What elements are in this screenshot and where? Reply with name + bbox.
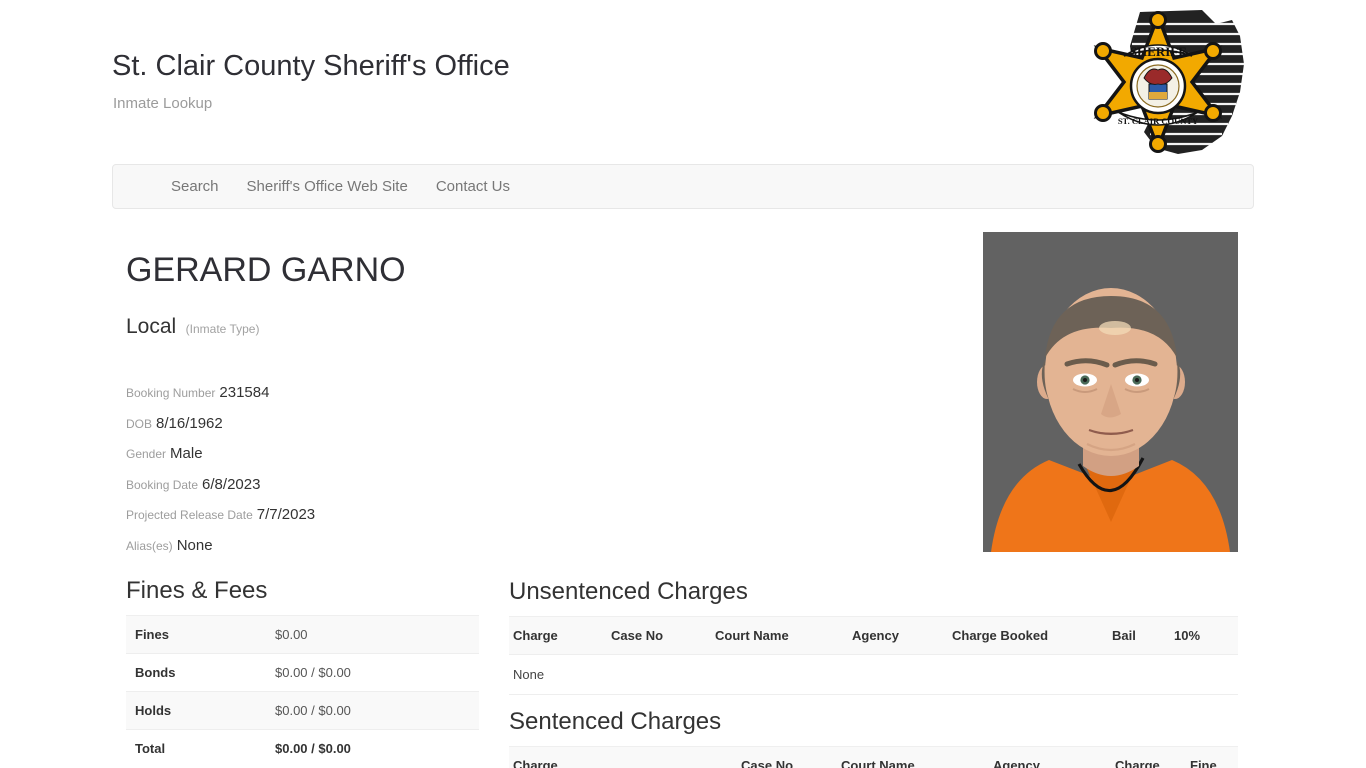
inmate-details: Booking Number 231584 DOB 8/16/1962 Gender… [126,378,526,561]
inmate-name: GERARD GARNO [126,251,406,289]
column-header-charge: Charge [509,616,607,655]
nav-item-sheriffs-office-web-site[interactable]: Sheriff's Office Web Site [233,165,422,208]
detail-label: Projected Release Date [126,508,253,522]
column-header-fine: Fine [1186,746,1238,768]
column-header-case-no: Case No [737,746,837,768]
fines-row-label: Fines [126,615,266,654]
detail-value: None [176,536,213,554]
detail-label: Gender [126,447,167,461]
column-header-charge-booked: Charge Booked [948,616,1108,655]
fines-row-value: $0.00 / $0.00 [266,729,479,767]
inmate-mugshot [983,232,1238,552]
column-header-agency: Agency [848,616,948,655]
mugshot-portrait-image [983,232,1238,552]
detail-row-booking-number: Booking Number 231584 [126,378,526,409]
fines-row-value: $0.00 / $0.00 [266,653,479,692]
sentenced-charges-table: Charge Case No Court Name Agency Charge … [509,746,1238,768]
fines-row-label: Total [126,729,266,767]
column-header-bail: Bail [1108,616,1170,655]
table-row: Bonds $0.00 / $0.00 [126,653,479,692]
detail-label: DOB [126,416,153,431]
inmate-type-note: (Inmate Type) [185,322,260,336]
detail-row-projected-release-date: Projected Release Date 7/7/2023 [126,500,526,531]
inmate-type-value: Local [126,315,177,338]
column-header-ten-percent: 10% [1170,616,1238,655]
column-header-court-name: Court Name [711,616,848,655]
table-row-total: Total $0.00 / $0.00 [126,729,479,767]
badge-bottom-text: ST. CLAIR COUNTY [1118,116,1198,126]
column-header-court-name: Court Name [837,746,989,768]
fines-row-label: Bonds [126,653,266,692]
table-header-row: Charge Case No Court Name Agency Charge … [509,616,1238,655]
detail-value: Male [170,445,203,462]
detail-row-aliases: Alias(es) None [126,531,526,562]
column-header-case-no: Case No [607,616,711,655]
column-header-charge: Charge [509,746,737,768]
badge-top-text: SHERIFF [1130,44,1186,59]
unsentenced-charges-table: Charge Case No Court Name Agency Charge … [509,616,1238,695]
main-navigation: Search Sheriff's Office Web Site Contact… [112,164,1254,209]
page-title: St. Clair County Sheriff's Office [112,50,510,82]
detail-value: 6/8/2023 [202,475,261,493]
detail-row-dob: DOB 8/16/1962 [126,409,526,440]
nav-item-search[interactable]: Search [157,165,233,208]
detail-label: Booking Number [126,386,216,400]
fines-row-value: $0.00 [266,615,479,654]
table-row-empty: None [509,654,1238,695]
column-header-charge-secondary: Charge [1111,746,1186,768]
column-header-agency: Agency [989,746,1111,768]
fines-row-label: Holds [126,691,266,730]
detail-value: 7/7/2023 [256,506,316,523]
fines-row-value: $0.00 / $0.00 [266,691,479,730]
detail-label: Booking Date [126,477,199,492]
table-row: Holds $0.00 / $0.00 [126,691,479,730]
detail-value: 8/16/1962 [156,414,223,432]
detail-value: 231584 [219,384,270,401]
inmate-type: Local (Inmate Type) [126,314,259,342]
sentenced-charges-title: Sentenced Charges [509,708,722,735]
sheriff-star-michigan-icon: SHERIFF ST. CLAIR COUNTY [1093,10,1247,154]
detail-row-booking-date: Booking Date 6/8/2023 [126,470,526,501]
inmate-lookup-page: St. Clair County Sheriff's Office Inmate… [0,0,1366,768]
site-header: St. Clair County Sheriff's Office Inmate… [112,48,510,114]
table-row: Fines $0.00 [126,615,479,654]
detail-row-gender: Gender Male [126,439,526,470]
table-header-row: Charge Case No Court Name Agency Charge … [509,746,1238,768]
nav-item-contact-us[interactable]: Contact Us [422,165,524,208]
unsentenced-charges-title: Unsentenced Charges [509,578,748,605]
page-subtitle: Inmate Lookup [113,95,213,112]
unsentenced-empty-text: None [509,654,1238,695]
sheriff-badge-logo: SHERIFF ST. CLAIR COUNTY [1082,6,1252,158]
detail-label: Alias(es) [126,538,173,553]
fines-and-fees-table: Fines $0.00 Bonds $0.00 / $0.00 Holds $0… [126,615,479,767]
fines-section-title: Fines & Fees [126,577,268,604]
